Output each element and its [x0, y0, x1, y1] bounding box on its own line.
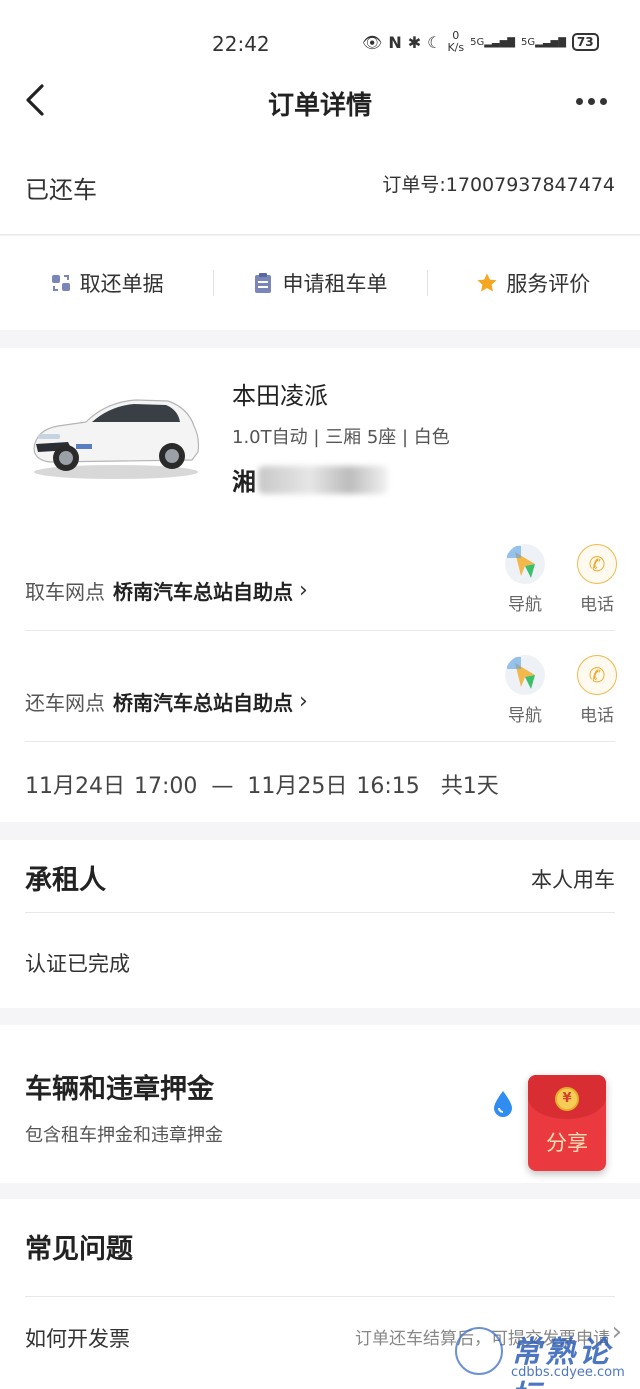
forum-watermark: 常熟论坛 cdbbs.cdyee.com — [455, 1325, 635, 1389]
divider — [25, 741, 615, 742]
navigation-icon — [505, 655, 545, 695]
receipt-button[interactable]: 取还单据 — [0, 268, 213, 298]
header: 订单详情 — [0, 70, 640, 132]
more-icon[interactable] — [576, 86, 616, 116]
star-icon — [477, 273, 497, 292]
share-label: 分享 — [546, 1131, 588, 1155]
receipt-label: 取还单据 — [79, 272, 164, 296]
status-bar: 22:42 👁 N ✱ ☾ 0 K/s 5G▂▃▅▇ 5G▂▃▅▇ 73 — [0, 0, 640, 70]
order-status: 已还车 — [25, 176, 97, 204]
moon-icon: ☾ — [427, 32, 442, 52]
status-icons: 👁 N ✱ ☾ 0 K/s 5G▂▃▅▇ 5G▂▃▅▇ 73 — [362, 30, 599, 54]
pickup-station[interactable]: 取车网点 桥南汽车总站自助点 › — [25, 576, 308, 605]
car-card: 本田凌派 1.0T自动 | 三厢 5座 | 白色 湘 取车网点 桥南汽车总站自助… — [0, 348, 640, 822]
faq-title: 常见问题 — [25, 1234, 133, 1265]
rate-service-label: 服务评价 — [506, 272, 591, 296]
rental-dates: 11月24日 17:00 — 11月25日 16:15 共1天 — [25, 768, 499, 800]
verification-status: 认证已完成 — [25, 952, 130, 976]
rental-duration: 共1天 — [440, 774, 499, 799]
divider — [25, 912, 615, 913]
rental-form-button[interactable]: 申请租车单 — [213, 268, 426, 298]
watermark-url: cdbbs.cdyee.com — [511, 1365, 625, 1380]
pickup-call-label: 电话 — [580, 595, 614, 615]
rate-service-button[interactable]: 服务评价 — [426, 268, 640, 298]
pickup-label: 取车网点 — [25, 580, 105, 604]
water-drop-icon — [494, 1091, 512, 1117]
deposit-title: 车辆和违章押金 — [25, 1074, 214, 1105]
action-row: 取还单据 申请租车单 服务评价 — [0, 236, 640, 330]
pickup-station-name: 桥南汽车总站自助点 — [113, 580, 293, 604]
end-date: 11月25日 16:15 — [247, 774, 420, 799]
return-call-button[interactable]: ✆ 电话 — [572, 655, 622, 726]
return-label: 还车网点 — [25, 691, 105, 715]
divider — [25, 630, 615, 631]
phone-icon: ✆ — [577, 544, 617, 584]
renter-card: 承租人 本人用车 认证已完成 — [0, 840, 640, 1008]
forum-logo — [455, 1327, 503, 1375]
pickup-call-button[interactable]: ✆ 电话 — [572, 544, 622, 615]
return-navigate-button[interactable]: 导航 — [500, 655, 550, 726]
date-separator: — — [211, 774, 234, 799]
nfc-icon: N — [388, 32, 402, 52]
renter-type: 本人用车 — [531, 868, 615, 892]
return-station[interactable]: 还车网点 桥南汽车总站自助点 › — [25, 687, 308, 716]
renter-title: 承租人 — [25, 865, 106, 896]
divider — [25, 1296, 615, 1297]
return-call-label: 电话 — [580, 706, 614, 726]
chevron-right-icon: › — [299, 578, 308, 603]
status-time: 22:42 — [212, 32, 270, 56]
signal-1-icon: 5G▂▃▅▇ — [470, 36, 515, 48]
order-status-bar: 已还车 订单号:17007937847474 — [0, 132, 640, 235]
start-date: 11月24日 17:00 — [25, 774, 198, 799]
receipt-icon — [51, 275, 70, 291]
car-name: 本田凌派 — [232, 382, 328, 410]
battery-icon: 73 — [571, 33, 599, 51]
car-specs: 1.0T自动 | 三厢 5座 | 白色 — [232, 427, 450, 448]
faq-item-invoice[interactable]: 如何开发票 — [25, 1323, 130, 1353]
share-red-packet-button[interactable]: ¥ 分享 — [528, 1075, 606, 1171]
page-title: 订单详情 — [267, 91, 372, 121]
rental-form-label: 申请租车单 — [282, 272, 388, 296]
net-speed: 0 K/s — [447, 29, 465, 54]
plate-redaction — [258, 466, 388, 494]
pickup-navigate-label: 导航 — [508, 595, 542, 615]
deposit-description: 包含租车押金和违章押金 — [25, 1125, 223, 1146]
navigation-icon — [505, 544, 545, 584]
clipboard-icon — [255, 273, 272, 293]
bluetooth-icon: ✱ — [407, 32, 422, 52]
license-plate: 湘 — [232, 468, 256, 496]
eye-icon: 👁 — [362, 32, 383, 52]
pickup-navigate-button[interactable]: 导航 — [500, 544, 550, 615]
return-navigate-label: 导航 — [508, 706, 542, 726]
coin-icon: ¥ — [555, 1087, 579, 1111]
phone-icon: ✆ — [577, 655, 617, 695]
return-station-name: 桥南汽车总站自助点 — [113, 691, 293, 715]
order-number: 订单号:17007937847474 — [382, 174, 615, 196]
signal-2-icon: 5G▂▃▅▇ — [521, 36, 566, 48]
chevron-right-icon: › — [299, 689, 308, 714]
car-image — [33, 399, 200, 479]
